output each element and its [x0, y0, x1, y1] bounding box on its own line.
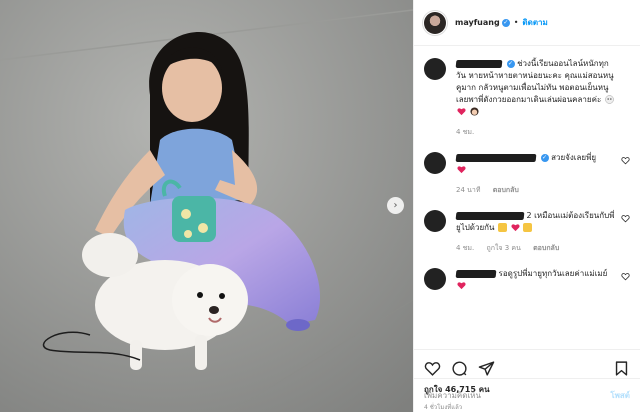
comment-time: 4 ชม.	[456, 244, 475, 252]
heart-emoji-icon	[511, 224, 520, 232]
next-photo-button[interactable]: ›	[387, 197, 404, 214]
heart-emoji-icon	[457, 282, 466, 290]
comment-avatar[interactable]	[424, 268, 446, 290]
action-icons	[424, 358, 630, 378]
reply-button[interactable]: ตอบกลับ	[493, 186, 519, 194]
comment-body: ✓ สวยจังเลยพี่ยู 24 นาที ตอบกลับ	[455, 152, 630, 196]
girl-emoji-icon	[469, 107, 479, 116]
add-comment-bar: โพสต์	[414, 378, 640, 412]
profile-avatar[interactable]	[424, 11, 446, 34]
comment-input[interactable]	[424, 391, 611, 400]
verified-badge-icon: ✓	[540, 153, 549, 162]
header-username[interactable]: mayfuang	[455, 18, 500, 27]
comment-time: 24 นาที	[456, 186, 481, 194]
heart-emoji-icon	[457, 108, 466, 116]
reply-button[interactable]: ตอบกลับ	[533, 244, 559, 252]
comment-text: รอดูรูปพี่มายูทุกวันเลยค่าแม่เมย์	[498, 269, 608, 278]
redacted-username	[455, 269, 497, 278]
like-comment-heart-icon[interactable]	[621, 156, 630, 165]
caption: ✓ ช่วงนี้เรียนออนไลน์หนักทุกวัน หายหน้าห…	[424, 58, 630, 138]
caption-time: 4 ชม.	[456, 128, 475, 136]
instagram-post: › mayfuang ✓ • ติดตาม ✓ ช่วงนี้เรียนออนไ…	[0, 0, 640, 412]
bookmark-icon[interactable]	[613, 360, 630, 377]
comment-body: รอดูรูปพี่มายูทุกวันเลยค่าแม่เมย์	[455, 268, 630, 292]
post-header: mayfuang ✓ • ติดตาม	[414, 0, 640, 46]
redacted-username	[455, 153, 537, 162]
hand-emoji-icon	[523, 223, 533, 232]
comment-meta: 24 นาที ตอบกลับ	[456, 184, 616, 196]
ghost-emoji-icon	[605, 95, 614, 104]
chevron-right-icon: ›	[393, 199, 398, 211]
comment: รอดูรูปพี่มายูทุกวันเลยค่าแม่เมย์	[424, 268, 630, 292]
like-comment-heart-icon[interactable]	[621, 272, 630, 281]
heart-emoji-icon	[457, 166, 466, 174]
redacted-username	[455, 211, 525, 220]
comment-text: สวยจังเลยพี่ยู	[551, 153, 597, 162]
verified-badge-icon: ✓	[501, 18, 510, 27]
caption-avatar[interactable]	[424, 58, 446, 80]
comments-list: ✓ ช่วงนี้เรียนออนไลน์หนักทุกวัน หายหน้าห…	[414, 46, 640, 349]
comment-avatar[interactable]	[424, 210, 446, 232]
post-photo[interactable]: ›	[0, 0, 413, 412]
paper-plane-icon[interactable]	[478, 360, 495, 377]
post-side-panel: mayfuang ✓ • ติดตาม ✓ ช่วงนี้เรียนออนไลน…	[413, 0, 640, 412]
redacted-username	[455, 59, 503, 68]
photo-scene	[0, 0, 413, 412]
comment-meta: 4 ชม. ถูกใจ 3 คน ตอบกลับ	[456, 242, 616, 254]
comment-body: 2 เหมือนแม่ต้องเรียนกับพี่ยูไปด้วยกัน 4 …	[455, 210, 630, 254]
comment: ✓ สวยจังเลยพี่ยู 24 นาที ตอบกลับ	[424, 152, 630, 196]
caption-meta: 4 ชม.	[456, 126, 616, 138]
comment: 2 เหมือนแม่ต้องเรียนกับพี่ยูไปด้วยกัน 4 …	[424, 210, 630, 254]
verified-badge-icon: ✓	[506, 59, 515, 68]
caption-body: ✓ ช่วงนี้เรียนออนไลน์หนักทุกวัน หายหน้าห…	[455, 58, 630, 138]
comment-likes[interactable]: ถูกใจ 3 คน	[487, 244, 521, 252]
comment-bubble-icon[interactable]	[451, 360, 468, 377]
follow-button[interactable]: ติดตาม	[522, 16, 547, 29]
post-comment-button[interactable]: โพสต์	[610, 389, 630, 402]
comment-avatar[interactable]	[424, 152, 446, 174]
separator-dot: •	[513, 18, 519, 27]
like-comment-heart-icon[interactable]	[621, 214, 630, 223]
thumbs-up-emoji-icon	[498, 223, 508, 232]
heart-outline-icon[interactable]	[424, 360, 441, 377]
